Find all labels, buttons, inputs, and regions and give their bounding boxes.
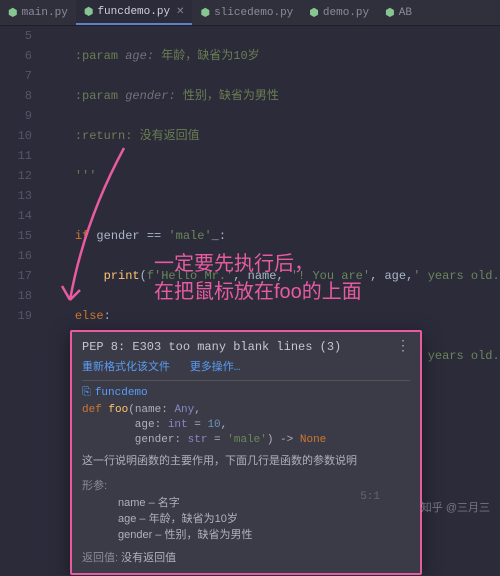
tab-funcdemo[interactable]: ⬢ funcdemo.py ✕ — [76, 0, 193, 25]
editor-tabs: ⬢ main.py ⬢ funcdemo.py ✕ ⬢ slicedemo.py… — [0, 0, 500, 26]
tab-label: demo.py — [323, 7, 369, 19]
python-icon: ⬢ — [385, 6, 395, 20]
line-no: 12 — [0, 166, 32, 186]
code-line: :param gender: 性别，缺省为男性 — [46, 86, 500, 106]
line-no: 8 — [0, 86, 32, 106]
line-no: 5 — [0, 26, 32, 46]
param-row: age – 年龄，缺省为10岁 — [118, 511, 410, 527]
python-icon: ⬢ — [8, 6, 18, 20]
tab-label: funcdemo.py — [97, 6, 170, 18]
line-no: 11 — [0, 146, 32, 166]
code-line: print(f'Hello Mr.', name, '! You are', a… — [46, 266, 500, 286]
inspection-title: PEP 8: E303 too many blank lines (3) — [82, 340, 341, 354]
code-line: else: — [46, 306, 500, 326]
watermark: 知乎 @三月三 — [421, 499, 490, 515]
line-no: 16 — [0, 246, 32, 266]
line-no: 10 — [0, 126, 32, 146]
tab-demo[interactable]: ⬢ demo.py — [301, 0, 377, 25]
line-no: 9 — [0, 106, 32, 126]
tab-main[interactable]: ⬢ main.py — [0, 0, 76, 25]
inspection-popup: PEP 8: E303 too many blank lines (3) ⋮ 重… — [70, 330, 422, 575]
reformat-link[interactable]: 重新格式化该文件 — [82, 362, 170, 374]
code-line: :return: 没有返回值 — [46, 126, 500, 146]
file-icon: ⎘ — [82, 387, 91, 399]
code-line: :param age: 年龄，缺省为10岁 — [46, 46, 500, 66]
param-row: gender – 性别，缺省为男性 — [118, 527, 410, 543]
caret-position: 5:1 — [360, 491, 380, 503]
line-no: 13 — [0, 186, 32, 206]
doc-description: 这一行说明函数的主要作用，下面几行是函数的参数说明 — [82, 454, 410, 469]
python-icon: ⬢ — [309, 6, 319, 20]
return-label: 返回值: — [82, 552, 118, 564]
line-no: 19 — [0, 306, 32, 326]
line-no: 17 — [0, 266, 32, 286]
return-value: 没有返回值 — [121, 552, 176, 564]
line-no: 14 — [0, 206, 32, 226]
code-line: ''' — [46, 166, 500, 186]
params-label: 形参: — [82, 480, 107, 492]
line-no: 18 — [0, 286, 32, 306]
line-no: 15 — [0, 226, 32, 246]
function-signature: def foo(name: Any, age: int = 10, gender… — [82, 403, 410, 448]
tab-label: slicedemo.py — [214, 7, 293, 19]
tab-label: main.py — [22, 7, 68, 19]
line-no: 7 — [0, 66, 32, 86]
context-menu-icon[interactable]: ⋮ — [396, 338, 410, 355]
right-fade — [482, 26, 500, 146]
code-line: if gender == 'male'_: — [46, 226, 500, 246]
python-icon: ⬢ — [200, 6, 210, 20]
python-icon: ⬢ — [84, 5, 94, 19]
breadcrumb[interactable]: funcdemo — [95, 387, 148, 399]
tab-label: AB — [399, 7, 412, 19]
tab-slicedemo[interactable]: ⬢ slicedemo.py — [192, 0, 301, 25]
line-gutter: 5 6 7 8 9 10 11 12 13 14 15 16 17 18 19 — [0, 26, 42, 521]
close-icon[interactable]: ✕ — [176, 6, 184, 18]
tab-partial[interactable]: ⬢ AB — [377, 0, 420, 25]
more-actions-link[interactable]: 更多操作… — [190, 362, 241, 374]
line-no: 6 — [0, 46, 32, 66]
